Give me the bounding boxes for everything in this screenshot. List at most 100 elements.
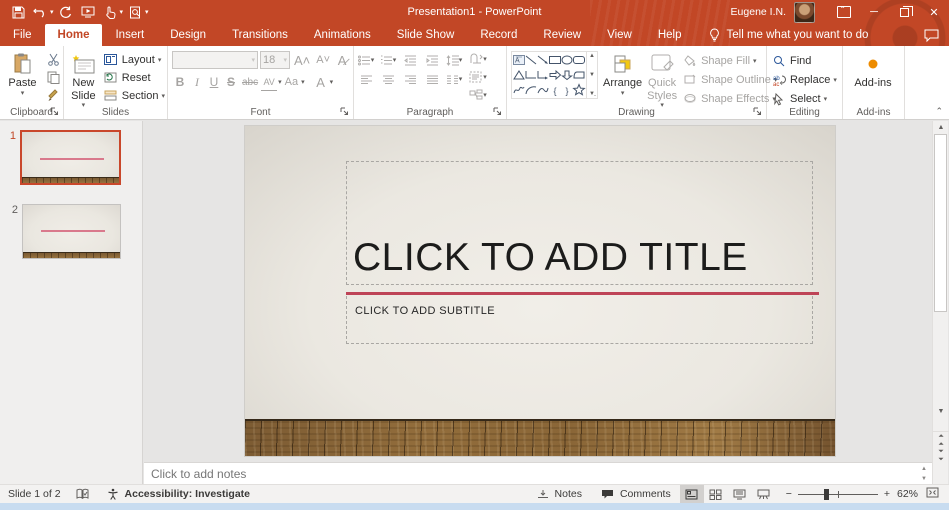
slide-show-view-button[interactable] [752, 485, 776, 504]
shapes-gallery-scrollbar[interactable]: ▲ ▼ ▼̱ [586, 52, 597, 98]
star-icon[interactable] [572, 82, 586, 98]
account-avatar[interactable] [794, 1, 815, 23]
justify-icon[interactable] [424, 71, 440, 87]
paragraph-dialog-launcher-icon[interactable] [493, 107, 503, 117]
previous-slide-icon[interactable]: ⏶ ⏶ [933, 433, 949, 448]
format-painter-icon[interactable] [45, 87, 61, 103]
drawing-dialog-launcher-icon[interactable] [753, 107, 763, 117]
text-shadow-button[interactable]: S [223, 73, 239, 91]
flowchart-shape-icon[interactable] [573, 69, 585, 83]
next-slide-icon[interactable]: ⏷ ⏷ [933, 448, 949, 463]
scroll-down-icon[interactable]: ▼ [933, 405, 949, 418]
rounded-rectangle-icon[interactable] [573, 54, 585, 68]
new-slide-button[interactable]: New Slide ▾ [68, 49, 99, 110]
section-button[interactable]: Section ▾ [103, 87, 165, 104]
title-placeholder[interactable]: CLICK TO ADD TITLE [346, 161, 813, 285]
shape-effects-button[interactable]: Shape Effects ▾ [682, 90, 777, 107]
zoom-slider[interactable] [797, 485, 878, 504]
bullets-icon[interactable]: ▾ [357, 52, 374, 68]
font-color-button[interactable]: A [313, 73, 329, 91]
notes-scrollbar[interactable]: ▲ ▼ [916, 466, 932, 482]
text-direction-icon[interactable]: ▾ [470, 51, 487, 67]
spell-check-icon[interactable] [75, 486, 91, 502]
line-icon[interactable] [525, 54, 537, 68]
align-center-icon[interactable] [380, 71, 396, 87]
italic-button[interactable]: I [189, 73, 205, 91]
copy-icon[interactable] [45, 69, 61, 85]
numbering-icon[interactable]: ▾ [380, 52, 396, 68]
font-size-combobox[interactable]: 18 ▾ [260, 51, 290, 69]
decrease-font-size-icon[interactable]: A˅ [314, 51, 332, 69]
change-case-button[interactable]: Aa [283, 73, 300, 91]
tab-help[interactable]: Help [645, 24, 695, 46]
slide-thumbnail-1[interactable]: 1 [6, 130, 121, 185]
right-arrow-shape-icon[interactable] [549, 69, 562, 83]
touch-mode-dropdown-icon[interactable]: ▾ [120, 8, 124, 16]
collapse-ribbon-icon[interactable]: ⌃ [935, 106, 943, 117]
accessibility-status[interactable]: Accessibility: Investigate [105, 486, 250, 502]
tab-file[interactable]: File [0, 24, 45, 46]
slide-2-preview[interactable] [22, 204, 121, 259]
bold-button[interactable]: B [172, 73, 188, 91]
notes-toggle-button[interactable]: Notes [526, 485, 591, 504]
character-spacing-button[interactable]: AV [261, 73, 278, 91]
close-icon[interactable]: ✕ [919, 0, 949, 24]
restore-icon[interactable] [889, 0, 919, 24]
oval-icon[interactable] [561, 54, 573, 68]
zoom-slider-handle[interactable] [823, 488, 829, 500]
redo-icon[interactable] [56, 3, 76, 21]
shapes-scroll-up-icon[interactable]: ▲ [589, 53, 595, 59]
line-arrow-icon[interactable] [537, 54, 549, 68]
notes-scroll-down-icon[interactable]: ▼ [921, 476, 927, 482]
start-from-beginning-icon[interactable] [78, 3, 98, 21]
replace-button[interactable]: ab ac Replace ▾ [771, 71, 840, 88]
tab-insert[interactable]: Insert [102, 24, 157, 46]
subtitle-placeholder[interactable]: CLICK TO ADD SUBTITLE [346, 296, 813, 344]
slide-thumbnail-2[interactable]: 2 [8, 204, 121, 259]
tab-home[interactable]: Home [44, 24, 103, 46]
font-name-combobox[interactable]: ▾ [172, 51, 258, 69]
change-case-dropdown-icon[interactable]: ▾ [301, 78, 305, 86]
save-icon[interactable] [8, 3, 28, 21]
tab-record[interactable]: Record [467, 24, 530, 46]
right-brace-icon[interactable]: } [565, 86, 568, 96]
minimize-icon[interactable]: ─ [859, 0, 889, 24]
addins-button[interactable]: Add-ins [847, 49, 899, 90]
clipboard-dialog-launcher-icon[interactable] [50, 107, 60, 117]
shape-fill-button[interactable]: Shape Fill ▾ [682, 52, 777, 69]
columns-icon[interactable]: ▾ [446, 71, 462, 87]
font-dialog-launcher-icon[interactable] [340, 107, 350, 117]
elbow-connector-icon[interactable] [525, 69, 537, 83]
triangle-icon[interactable] [513, 69, 525, 83]
tab-slide-show[interactable]: Slide Show [384, 24, 468, 46]
freeform-scribble-icon[interactable] [513, 84, 525, 98]
fit-slide-to-window-icon[interactable] [926, 487, 939, 501]
tab-design[interactable]: Design [157, 24, 219, 46]
elbow-arrow-connector-icon[interactable] [537, 69, 549, 83]
scrollbar-thumb[interactable] [934, 134, 947, 312]
line-spacing-icon[interactable]: ▾ [446, 52, 462, 68]
account-name[interactable]: Eugene I.N. [731, 6, 786, 18]
tab-animations[interactable]: Animations [301, 24, 384, 46]
increase-font-size-icon[interactable]: A˄ [292, 51, 312, 69]
align-text-icon[interactable]: ▾ [469, 69, 487, 85]
rectangle-icon[interactable] [549, 54, 561, 68]
reading-view-button[interactable] [728, 485, 752, 504]
tell-me-box[interactable]: Tell me what you want to do [709, 24, 868, 46]
align-right-icon[interactable] [402, 71, 418, 87]
arrange-button[interactable]: Arrange ▾ [603, 49, 642, 110]
notes-pane[interactable]: Click to add notes ▲ ▼ [144, 462, 932, 484]
notes-placeholder[interactable]: Click to add notes [144, 467, 246, 481]
reset-button[interactable]: Reset [103, 69, 165, 86]
increase-indent-icon[interactable] [424, 52, 440, 68]
undo-icon[interactable] [30, 3, 50, 21]
paste-button[interactable]: Paste ▾ [4, 49, 41, 103]
zoom-out-button[interactable]: − [786, 488, 792, 500]
notes-scroll-up-icon[interactable]: ▲ [921, 466, 927, 472]
slide-1-preview[interactable] [20, 130, 121, 185]
character-spacing-dropdown-icon[interactable]: ▾ [278, 78, 282, 86]
comments-toggle-button[interactable]: Comments [591, 485, 680, 504]
shape-outline-button[interactable]: Shape Outline ▾ [682, 71, 777, 88]
arc-icon[interactable] [525, 84, 537, 98]
left-brace-icon[interactable]: { [553, 86, 556, 96]
